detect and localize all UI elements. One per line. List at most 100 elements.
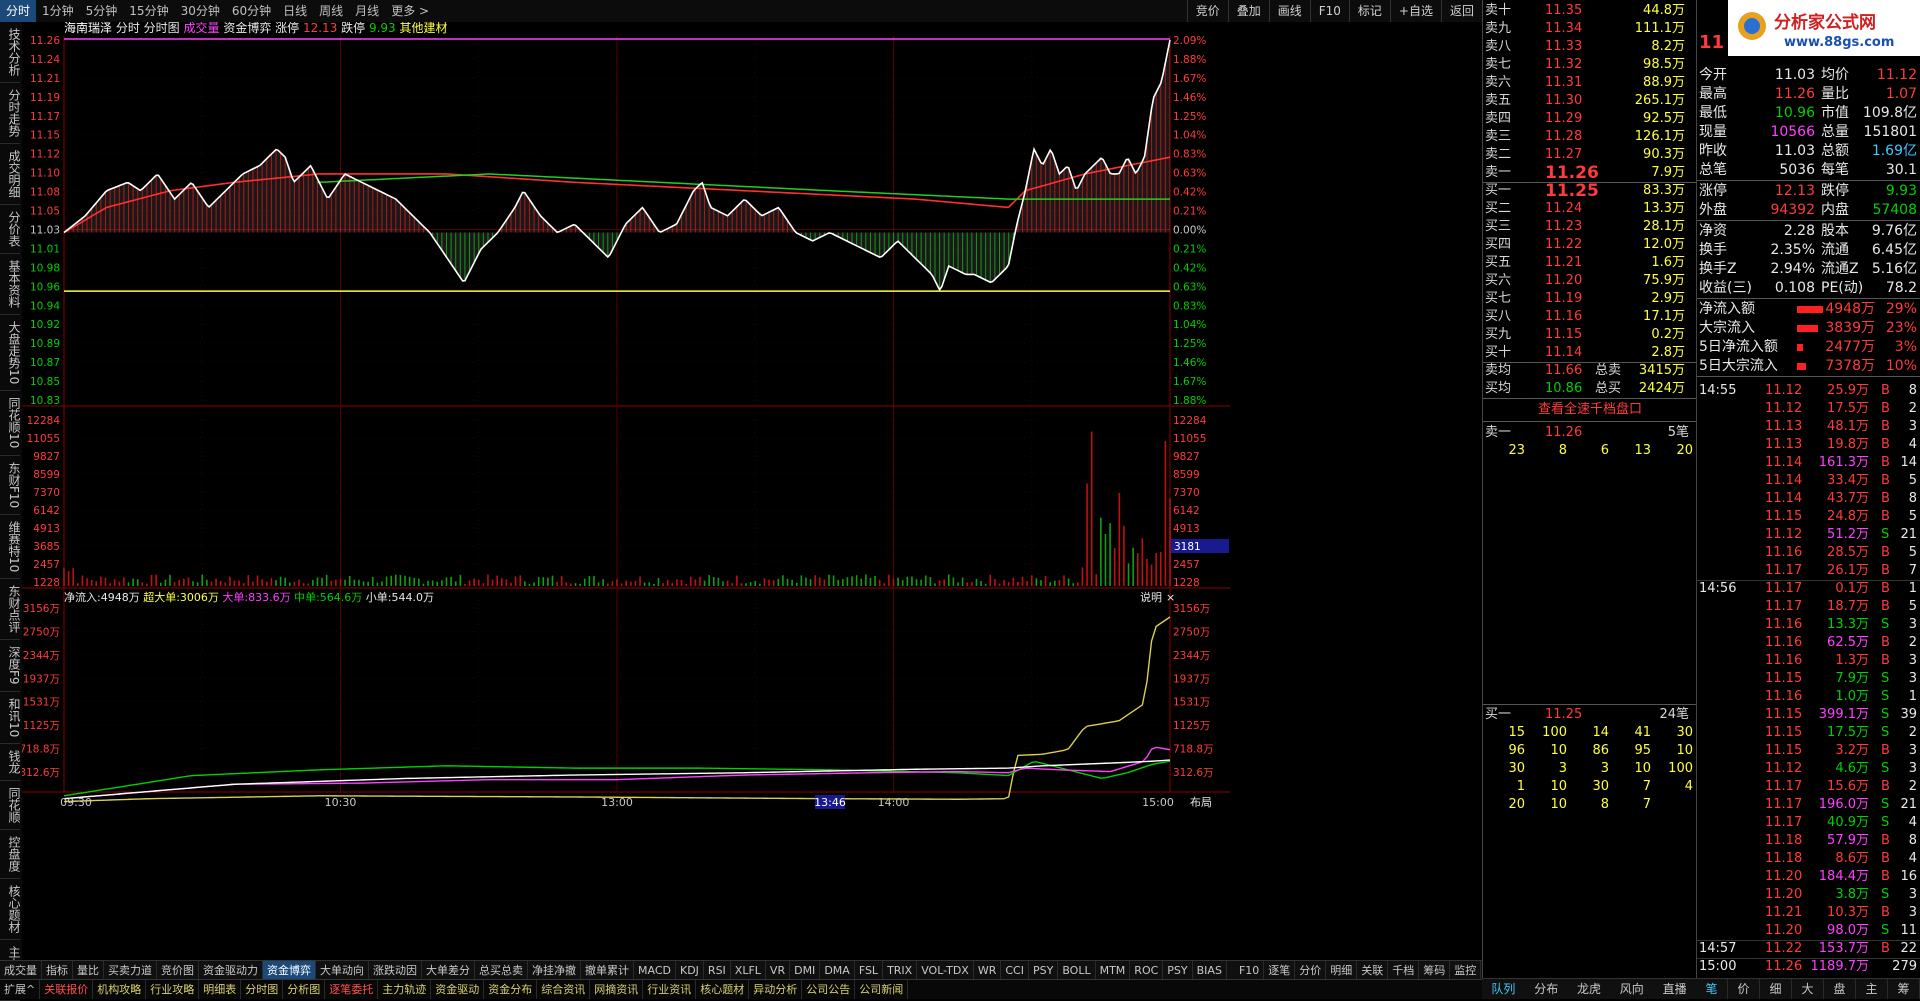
left-tab[interactable]: 基本资料 xyxy=(0,254,21,315)
intraday-chart[interactable]: 海南瑞泽 分时 分时图 成交量 资金博弈 涨停 12.13 跌停 9.93 其他… xyxy=(22,22,1482,962)
left-tab[interactable]: 技术分析 xyxy=(0,22,21,83)
tool-tab[interactable]: 筹码 xyxy=(1419,961,1451,980)
right-tab[interactable]: 价 xyxy=(1728,979,1760,999)
tool-tab[interactable]: 关联 xyxy=(1357,961,1389,980)
layout-button[interactable]: 布局 xyxy=(1190,796,1212,809)
order-book-tab[interactable]: 风向 xyxy=(1610,979,1653,999)
info-tab[interactable]: 主力轨迹 xyxy=(378,980,432,999)
left-tab[interactable]: 维赛特10 xyxy=(0,515,21,580)
left-tab[interactable]: 控盘度 xyxy=(0,830,21,879)
timeframe-tab[interactable]: 周线 xyxy=(313,0,349,22)
left-tab[interactable]: 成交明细 xyxy=(0,144,21,205)
flow-help-button[interactable]: 说明 xyxy=(1140,590,1162,604)
info-tab[interactable]: 关联报价 xyxy=(40,980,94,999)
full-depth-link[interactable]: 查看全速千档盘口 xyxy=(1483,398,1697,422)
indicator-tab[interactable]: 成交量 xyxy=(0,961,42,980)
indicator-tab[interactable]: 资金驱动力 xyxy=(199,961,263,980)
tool-tab[interactable]: 千档 xyxy=(1388,961,1420,980)
tool-tab[interactable]: 明细 xyxy=(1326,961,1358,980)
indicator-tab[interactable]: PSY xyxy=(1029,961,1059,980)
left-tab[interactable]: 深度F9 xyxy=(0,640,21,692)
indicator-tab[interactable]: VR xyxy=(766,961,791,980)
timeframe-tab[interactable]: 分时 xyxy=(0,0,37,22)
timeframe-tab[interactable]: 更多 > xyxy=(385,0,435,22)
order-book-tab[interactable]: 龙虎 xyxy=(1568,979,1611,999)
indicator-tab[interactable]: 资金博弈 xyxy=(263,961,316,980)
toolbar-button[interactable]: 叠加 xyxy=(1227,0,1269,22)
indicator-tab[interactable]: PSY xyxy=(1163,961,1193,980)
info-tab[interactable]: 明细表 xyxy=(199,980,242,999)
info-tab[interactable]: 资金分布 xyxy=(484,980,538,999)
indicator-tab[interactable]: WR xyxy=(974,961,1002,980)
timeframe-tab[interactable]: 30分钟 xyxy=(175,0,226,22)
info-tab[interactable]: 机构攻略 xyxy=(93,980,147,999)
info-tab[interactable]: 分时图 xyxy=(241,980,284,999)
right-tab[interactable]: 细 xyxy=(1760,979,1792,999)
indicator-tab[interactable]: 买卖力道 xyxy=(104,961,157,980)
left-tab[interactable]: 同花顺10 xyxy=(0,391,21,456)
info-tab[interactable]: 公司新闻 xyxy=(855,980,909,999)
indicator-tab[interactable]: 大单差分 xyxy=(422,961,475,980)
info-tab[interactable]: 网摘资讯 xyxy=(590,980,644,999)
tool-tab[interactable]: 分价 xyxy=(1295,961,1327,980)
indicator-tab[interactable]: ROC xyxy=(1130,961,1164,980)
tool-tab[interactable]: F10 xyxy=(1235,961,1265,980)
info-tab[interactable]: 综合资讯 xyxy=(537,980,591,999)
tool-tab[interactable]: 监控 xyxy=(1450,961,1482,980)
left-tab[interactable]: 同花顺 xyxy=(0,781,21,830)
indicator-tab[interactable]: 竞价图 xyxy=(157,961,199,980)
indicator-tab[interactable]: VOL-TDX xyxy=(917,961,974,980)
toolbar-button[interactable]: F10 xyxy=(1309,0,1349,22)
indicator-tab[interactable]: DMA xyxy=(820,961,855,980)
timeframe-tab[interactable]: 1分钟 xyxy=(36,0,80,22)
indicator-tab[interactable]: CCI xyxy=(1001,961,1029,980)
left-tab[interactable]: 和讯10 xyxy=(0,692,21,744)
left-tab[interactable]: 钱龙 xyxy=(0,744,21,781)
order-book-tab[interactable]: 队列 xyxy=(1482,979,1525,999)
timeframe-tab[interactable]: 60分钟 xyxy=(226,0,277,22)
indicator-tab[interactable]: MTM xyxy=(1096,961,1131,980)
indicator-tab[interactable]: 涨跌动因 xyxy=(369,961,422,980)
toolbar-button[interactable]: 竞价 xyxy=(1186,0,1228,22)
info-tab[interactable]: 扩展^ xyxy=(0,980,41,999)
timeframe-tab[interactable]: 5分钟 xyxy=(80,0,124,22)
indicator-tab[interactable]: XLFL xyxy=(731,961,766,980)
tool-tab[interactable]: 逐笔 xyxy=(1264,961,1296,980)
indicator-tab[interactable]: 撤单累计 xyxy=(581,961,634,980)
timeframe-tab[interactable]: 15分钟 xyxy=(123,0,174,22)
order-book-tab[interactable]: 直播 xyxy=(1653,979,1696,999)
indicator-tab[interactable]: 总买总卖 xyxy=(475,961,528,980)
toolbar-button[interactable]: +自选 xyxy=(1389,0,1441,22)
indicator-tab[interactable]: BOLL xyxy=(1058,961,1096,980)
left-tab[interactable]: 分价表 xyxy=(0,205,21,254)
indicator-tab[interactable]: 量比 xyxy=(73,961,104,980)
indicator-tab[interactable]: 净挂净撤 xyxy=(528,961,581,980)
indicator-tab[interactable]: BIAS xyxy=(1193,961,1227,980)
indicator-tab[interactable]: DMI xyxy=(790,961,821,980)
indicator-tab[interactable]: MACD xyxy=(634,961,676,980)
left-tab[interactable]: 东财点评 xyxy=(0,579,21,641)
timeframe-tab[interactable]: 月线 xyxy=(349,0,385,22)
order-book-tab[interactable]: 分布 xyxy=(1525,979,1568,999)
right-tab[interactable]: 盘 xyxy=(1824,979,1856,999)
right-tab[interactable]: 主 xyxy=(1856,979,1888,999)
left-tab[interactable]: 东财F10 xyxy=(0,456,21,515)
right-tab[interactable]: 大 xyxy=(1792,979,1824,999)
info-tab[interactable]: 异动分析 xyxy=(749,980,803,999)
toolbar-button[interactable]: 画线 xyxy=(1268,0,1310,22)
left-tab[interactable]: 分时走势 xyxy=(0,83,21,144)
right-tab[interactable]: 筹 xyxy=(1888,979,1920,999)
right-tab[interactable]: 笔 xyxy=(1696,979,1728,999)
info-tab[interactable]: 核心题材 xyxy=(696,980,750,999)
indicator-tab[interactable]: TRIX xyxy=(883,961,918,980)
left-tab[interactable]: 大盘走势10 xyxy=(0,315,21,392)
indicator-tab[interactable]: FSL xyxy=(855,961,884,980)
info-tab[interactable]: 行业资讯 xyxy=(643,980,697,999)
indicator-tab[interactable]: KDJ xyxy=(676,961,704,980)
indicator-tab[interactable]: 指标 xyxy=(42,961,73,980)
toolbar-button[interactable]: 返回 xyxy=(1440,0,1482,22)
info-tab[interactable]: 行业攻略 xyxy=(146,980,200,999)
timeframe-tab[interactable]: 日线 xyxy=(277,0,313,22)
toolbar-button[interactable]: 标记 xyxy=(1348,0,1390,22)
info-tab[interactable]: 分析图 xyxy=(283,980,326,999)
